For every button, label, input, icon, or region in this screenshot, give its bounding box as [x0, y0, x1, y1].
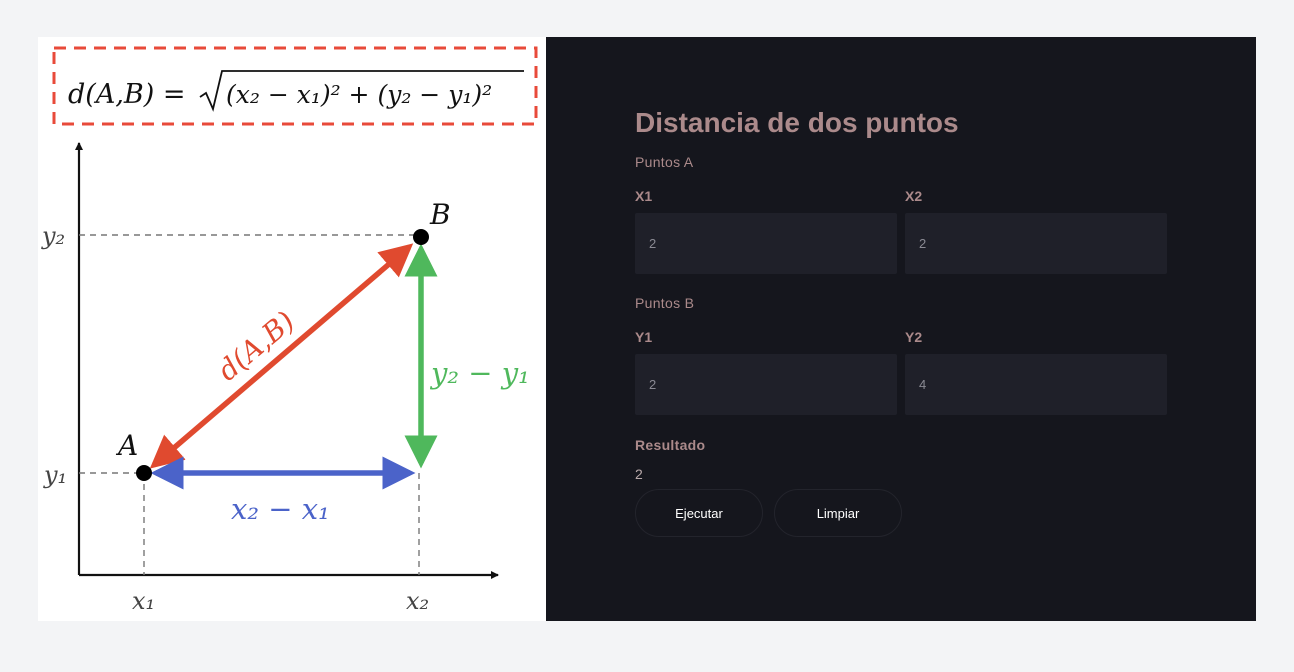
point-b-dot — [413, 229, 429, 245]
dx-label: x₂ − x₁ — [231, 492, 330, 526]
point-b-label: B — [429, 198, 451, 231]
diagram-svg: d(A,B) = (x₂ − x₁)² + (y₂ − y₁)² y₂ y₁ x… — [41, 46, 538, 615]
point-a-dot — [136, 465, 152, 481]
action-buttons: Ejecutar Limpiar — [635, 489, 1166, 537]
point-a-label: A — [115, 429, 138, 462]
clear-button[interactable]: Limpiar — [774, 489, 902, 537]
result-label: Resultado — [635, 437, 706, 453]
calculator-panel: Distancia de dos puntos Puntos A X1 2 X2… — [546, 37, 1256, 621]
distance-arrow — [149, 243, 414, 469]
x1-input[interactable]: 2 — [635, 213, 897, 274]
section-label-b: Puntos B — [635, 295, 695, 311]
y2-label: Y2 — [905, 329, 923, 345]
formula-radicand: (x₂ − x₁)² + (y₂ − y₁)² — [226, 80, 492, 109]
y1-label: Y1 — [635, 329, 653, 345]
x1-label: X1 — [635, 188, 653, 204]
x2-input[interactable]: 2 — [905, 213, 1167, 274]
distance-diagram: d(A,B) = (x₂ − x₁)² + (y₂ − y₁)² y₂ y₁ x… — [38, 37, 546, 621]
x2-label: X2 — [905, 188, 923, 204]
formula-lhs: d(A,B) = — [68, 79, 185, 110]
field-y2: Y2 4 — [905, 329, 1167, 415]
row-points-a: X1 2 X2 2 — [635, 188, 1167, 274]
x2-axis-label: x₂ — [406, 587, 429, 615]
distance-form: Distancia de dos puntos Puntos A X1 2 X2… — [635, 107, 1167, 537]
field-x2: X2 2 — [905, 188, 1167, 274]
y2-axis-label: y₂ — [41, 222, 65, 250]
calculator-card: d(A,B) = (x₂ − x₁)² + (y₂ − y₁)² y₂ y₁ x… — [38, 37, 1256, 621]
field-x1: X1 2 — [635, 188, 897, 274]
y2-input[interactable]: 4 — [905, 354, 1167, 415]
run-button[interactable]: Ejecutar — [635, 489, 763, 537]
dy-label: y₂ − y₁ — [429, 356, 530, 390]
x1-axis-label: x₁ — [132, 587, 155, 615]
page-title: Distancia de dos puntos — [635, 107, 959, 138]
field-y1: Y1 2 — [635, 329, 897, 415]
y1-axis-label: y₁ — [43, 461, 67, 489]
y1-input[interactable]: 2 — [635, 354, 897, 415]
section-label-a: Puntos A — [635, 154, 694, 170]
row-points-b: Y1 2 Y2 4 — [635, 329, 1167, 415]
result-value: 2 — [635, 466, 643, 482]
